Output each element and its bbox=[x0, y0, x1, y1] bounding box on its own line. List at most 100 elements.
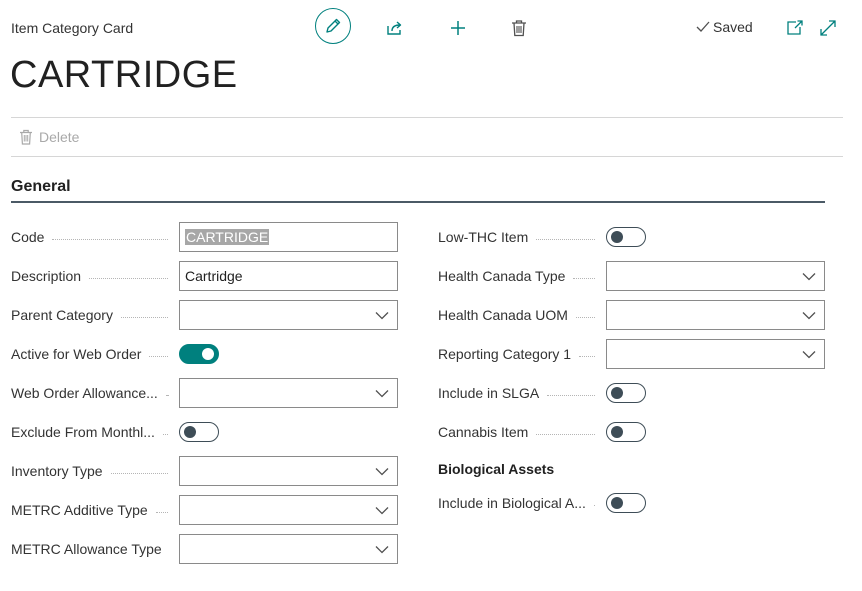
label-include-in-slga: Include in SLGA bbox=[438, 378, 601, 408]
chevron-down-icon bbox=[375, 546, 389, 554]
leader-dots bbox=[575, 316, 595, 318]
label-parent-category: Parent Category bbox=[11, 300, 174, 330]
chevron-down-icon bbox=[375, 468, 389, 476]
chevron-down-icon bbox=[802, 273, 816, 281]
label-cannabis-item: Cannabis Item bbox=[438, 417, 601, 447]
actionbar-divider bbox=[11, 156, 843, 157]
field-label: Code bbox=[11, 229, 45, 245]
leader-dots bbox=[52, 238, 168, 240]
label-reporting-category-1: Reporting Category 1 bbox=[438, 339, 601, 369]
field-label: Cannabis Item bbox=[438, 424, 529, 440]
expand-icon bbox=[820, 20, 836, 36]
delete-toolbar-button[interactable] bbox=[508, 17, 530, 39]
leader-dots bbox=[110, 472, 168, 474]
field-label: METRC Allowance Type bbox=[11, 541, 162, 557]
field-label: Include in Biological A... bbox=[438, 495, 586, 511]
leader-dots bbox=[89, 277, 168, 279]
header-divider bbox=[11, 117, 843, 118]
new-button[interactable] bbox=[447, 17, 469, 39]
delete-action[interactable]: Delete bbox=[19, 129, 79, 145]
leader-dots bbox=[155, 511, 168, 513]
open-new-window-button[interactable] bbox=[784, 17, 806, 39]
share-button[interactable] bbox=[384, 17, 406, 39]
field-label: Health Canada Type bbox=[438, 268, 566, 284]
chevron-down-icon bbox=[375, 390, 389, 398]
field-label: Inventory Type bbox=[11, 463, 103, 479]
edit-button[interactable] bbox=[315, 8, 351, 44]
field-label: Include in SLGA bbox=[438, 385, 540, 401]
field-label: Web Order Allowance... bbox=[11, 385, 158, 401]
saved-label: Saved bbox=[713, 19, 753, 35]
exclude-from-monthl-toggle[interactable] bbox=[179, 422, 219, 442]
label-exclude-from-monthl: Exclude From Monthl... bbox=[11, 417, 174, 447]
web-order-allowance-dropdown[interactable] bbox=[179, 378, 398, 408]
code-input[interactable]: CARTRIDGE bbox=[179, 222, 398, 252]
field-label: Reporting Category 1 bbox=[438, 346, 572, 362]
field-label: Parent Category bbox=[11, 307, 113, 323]
label-web-order-allowance: Web Order Allowance... bbox=[11, 378, 174, 408]
field-label: Health Canada UOM bbox=[438, 307, 568, 323]
include-in-slga-toggle[interactable] bbox=[606, 383, 646, 403]
field-value: CARTRIDGE bbox=[185, 229, 270, 245]
metrc-allowance-type-dropdown[interactable] bbox=[179, 534, 398, 564]
low-thc-item-toggle[interactable] bbox=[606, 227, 646, 247]
checkmark-icon bbox=[696, 21, 710, 32]
add-icon bbox=[451, 21, 465, 35]
label-low-thc-item: Low-THC Item bbox=[438, 222, 601, 252]
inventory-type-dropdown[interactable] bbox=[179, 456, 398, 486]
parent-category-dropdown[interactable] bbox=[179, 300, 398, 330]
leader-dots bbox=[149, 355, 168, 357]
label-metrc-additive-type: METRC Additive Type bbox=[11, 495, 174, 525]
active-for-web-order-toggle[interactable] bbox=[179, 344, 219, 364]
field-label: Description bbox=[11, 268, 82, 284]
chevron-down-icon bbox=[802, 351, 816, 359]
toggle-knob bbox=[610, 496, 623, 509]
cannabis-item-toggle[interactable] bbox=[606, 422, 646, 442]
delete-trash-icon bbox=[512, 20, 526, 37]
field-label: Exclude From Monthl... bbox=[11, 424, 155, 440]
label-inventory-type: Inventory Type bbox=[11, 456, 174, 486]
label-metrc-allowance-type: METRC Allowance Type bbox=[11, 534, 174, 564]
chevron-down-icon bbox=[802, 312, 816, 320]
toggle-knob bbox=[610, 425, 623, 438]
health-canada-type-dropdown[interactable] bbox=[606, 261, 825, 291]
leader-dots bbox=[536, 238, 595, 240]
label-health-canada-uom: Health Canada UOM bbox=[438, 300, 601, 330]
toggle-knob bbox=[610, 230, 623, 243]
chevron-down-icon bbox=[375, 507, 389, 515]
metrc-additive-type-dropdown[interactable] bbox=[179, 495, 398, 525]
description-input[interactable]: Cartridge bbox=[179, 261, 398, 291]
section-general-title[interactable]: General bbox=[11, 178, 71, 196]
leader-dots bbox=[120, 316, 168, 318]
toggle-knob bbox=[202, 347, 214, 360]
leader-dots bbox=[573, 277, 595, 279]
leader-dots bbox=[547, 394, 595, 396]
health-canada-uom-dropdown[interactable] bbox=[606, 300, 825, 330]
share-icon bbox=[387, 21, 402, 35]
field-value: Cartridge bbox=[185, 268, 243, 284]
leader-dots bbox=[536, 433, 595, 435]
leader-dots bbox=[162, 433, 168, 435]
label-code: Code bbox=[11, 222, 174, 252]
page-caption: Item Category Card bbox=[11, 20, 134, 36]
label-health-canada-type: Health Canada Type bbox=[438, 261, 601, 291]
toggle-knob bbox=[610, 386, 623, 399]
delete-trash-icon bbox=[20, 129, 32, 145]
leader-dots bbox=[165, 394, 168, 396]
biological-assets-heading: Biological Assets bbox=[438, 461, 555, 477]
leader-dots bbox=[579, 355, 595, 357]
page-title: CARTRIDGE bbox=[10, 54, 238, 96]
leader-dots bbox=[593, 504, 595, 506]
label-description: Description bbox=[11, 261, 174, 291]
chevron-down-icon bbox=[375, 312, 389, 320]
reporting-category-1-dropdown[interactable] bbox=[606, 339, 825, 369]
saved-status: Saved bbox=[696, 19, 753, 35]
label-include-in-biological-a: Include in Biological A... bbox=[438, 488, 601, 518]
section-divider bbox=[11, 201, 825, 203]
toggle-knob bbox=[183, 425, 196, 438]
include-in-biological-a-toggle[interactable] bbox=[606, 493, 646, 513]
delete-action-label: Delete bbox=[39, 129, 80, 145]
edit-pencil-icon bbox=[326, 18, 341, 33]
expand-button[interactable] bbox=[817, 17, 839, 39]
open-new-window-icon bbox=[787, 20, 803, 35]
